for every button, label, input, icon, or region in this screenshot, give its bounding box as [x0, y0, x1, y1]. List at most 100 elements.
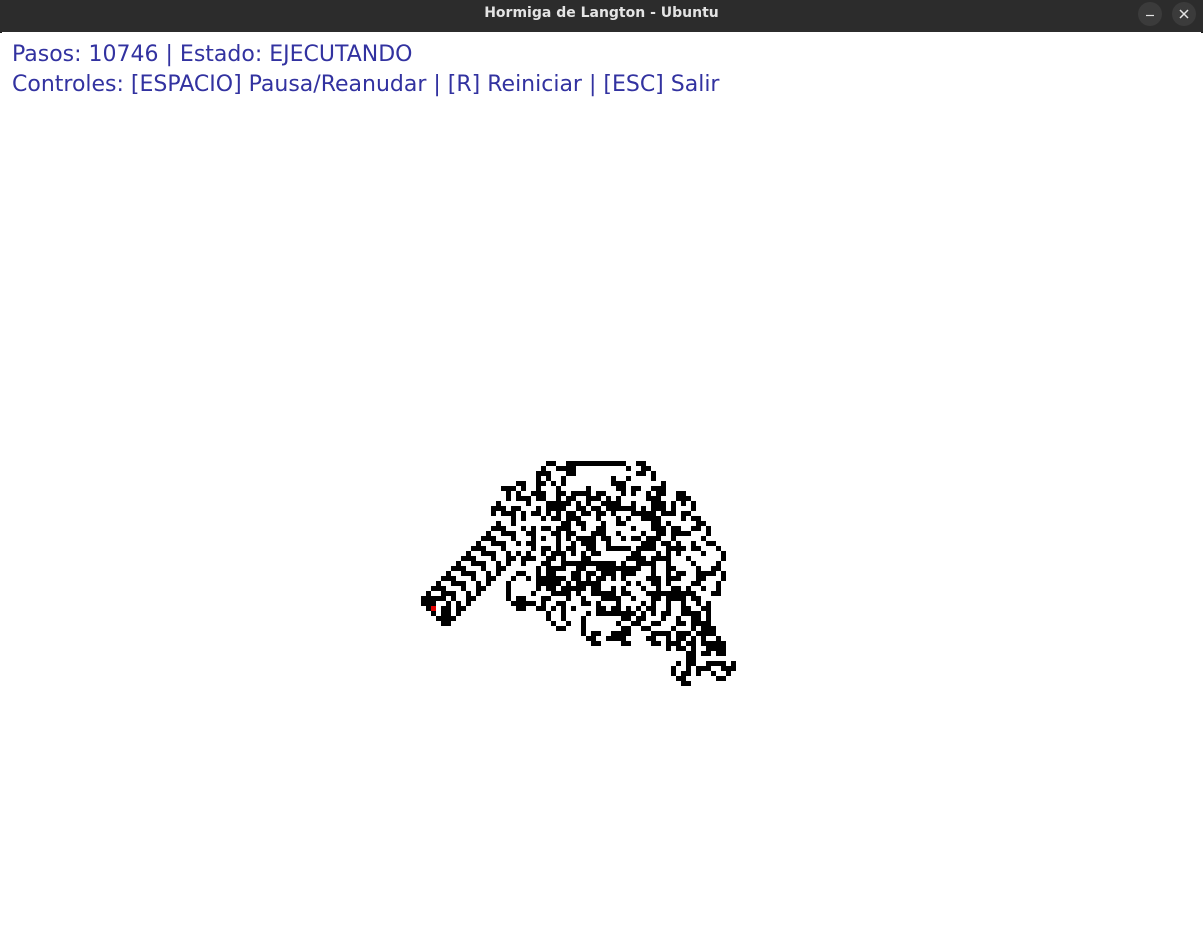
grid-cell — [586, 511, 591, 516]
grid-cell — [666, 596, 671, 601]
grid-cell — [511, 506, 516, 511]
grid-cell — [536, 576, 541, 581]
grid-cell — [551, 461, 556, 466]
grid-cell — [641, 556, 646, 561]
grid-cell — [716, 676, 721, 681]
grid-cell — [576, 536, 581, 541]
grid-cell — [721, 571, 726, 576]
minimize-button[interactable] — [1138, 2, 1162, 26]
grid-cell — [506, 486, 511, 491]
grid-cell — [701, 521, 706, 526]
grid-cell — [576, 491, 581, 496]
grid-cell — [591, 506, 596, 511]
grid-cell — [656, 556, 661, 561]
grid-cell — [486, 536, 491, 541]
grid-cell — [596, 581, 601, 586]
grid-cell — [646, 576, 651, 581]
status-text: Pasos: 10746 | Estado: EJECUTANDO — [12, 42, 413, 67]
grid-cell — [651, 581, 656, 586]
grid-cell — [471, 546, 476, 551]
grid-cell — [646, 606, 651, 611]
grid-cell — [541, 481, 546, 486]
grid-cell — [571, 511, 576, 516]
grid-cell — [506, 491, 511, 496]
title-bar[interactable]: Hormiga de Langton - Ubuntu — [0, 0, 1203, 33]
grid-cell — [691, 591, 696, 596]
grid-cell — [626, 631, 631, 636]
grid-cell — [601, 536, 606, 541]
grid-cell — [636, 551, 641, 556]
grid-cell — [591, 541, 596, 546]
grid-cell — [566, 546, 571, 551]
grid-cell — [706, 611, 711, 616]
grid-cell — [666, 556, 671, 561]
grid-cell — [561, 551, 566, 556]
grid-cell — [451, 581, 456, 586]
grid-cell — [586, 496, 591, 501]
grid-cell — [611, 501, 616, 506]
grid-cell — [581, 556, 586, 561]
grid-cell — [641, 506, 646, 511]
grid-cell — [566, 521, 571, 526]
grid-cell — [666, 521, 671, 526]
grid-cell — [566, 496, 571, 501]
grid-cell — [636, 471, 641, 476]
grid-cell — [706, 651, 711, 656]
grid-cell — [656, 621, 661, 626]
grid-cell — [706, 571, 711, 576]
grid-cell — [461, 581, 466, 586]
grid-cell — [551, 516, 556, 521]
grid-cell — [601, 521, 606, 526]
close-button[interactable] — [1172, 2, 1196, 26]
grid-cell — [521, 511, 526, 516]
grid-cell — [731, 661, 736, 666]
grid-cell — [536, 581, 541, 586]
grid-cell — [631, 501, 636, 506]
grid-cell — [656, 586, 661, 591]
grid-cell — [571, 531, 576, 536]
grid-cell — [441, 591, 446, 596]
grid-cell — [651, 476, 656, 481]
grid-cell — [691, 656, 696, 661]
grid-cell — [566, 591, 571, 596]
grid-cell — [671, 511, 676, 516]
grid-cell — [631, 511, 636, 516]
grid-cell — [686, 661, 691, 666]
grid-cell — [581, 566, 586, 571]
grid-cell — [711, 646, 716, 651]
grid-cell — [606, 506, 611, 511]
grid-cell — [701, 636, 706, 641]
simulation-canvas[interactable]: Pasos: 10746 | Estado: EJECUTANDO Contro… — [2, 32, 1201, 928]
grid-cell — [726, 666, 731, 671]
grid-cell — [686, 671, 691, 676]
grid-cell — [601, 606, 606, 611]
grid-cell — [651, 541, 656, 546]
grid-cell — [626, 626, 631, 631]
grid-cell — [551, 621, 556, 626]
grid-cell — [651, 521, 656, 526]
grid-cell — [586, 461, 591, 466]
grid-cell — [616, 546, 621, 551]
grid-cell — [676, 576, 681, 581]
grid-cell — [441, 596, 446, 601]
grid-cell — [651, 631, 656, 636]
grid-cell — [551, 531, 556, 536]
grid-cell — [576, 566, 581, 571]
grid-cell — [636, 556, 641, 561]
grid-cell — [651, 536, 656, 541]
grid-cell — [651, 526, 656, 531]
grid-cell — [701, 606, 706, 611]
grid-cell — [671, 671, 676, 676]
grid-cell — [716, 646, 721, 651]
grid-cell — [701, 586, 706, 591]
grid-cell — [656, 591, 661, 596]
grid-cell — [511, 511, 516, 516]
grid-cell — [686, 556, 691, 561]
grid-cell — [491, 541, 496, 546]
grid-cell — [556, 536, 561, 541]
grid-cell — [591, 496, 596, 501]
grid-cell — [576, 461, 581, 466]
grid-cell — [656, 506, 661, 511]
grid-cell — [546, 571, 551, 576]
grid-cell — [576, 561, 581, 566]
